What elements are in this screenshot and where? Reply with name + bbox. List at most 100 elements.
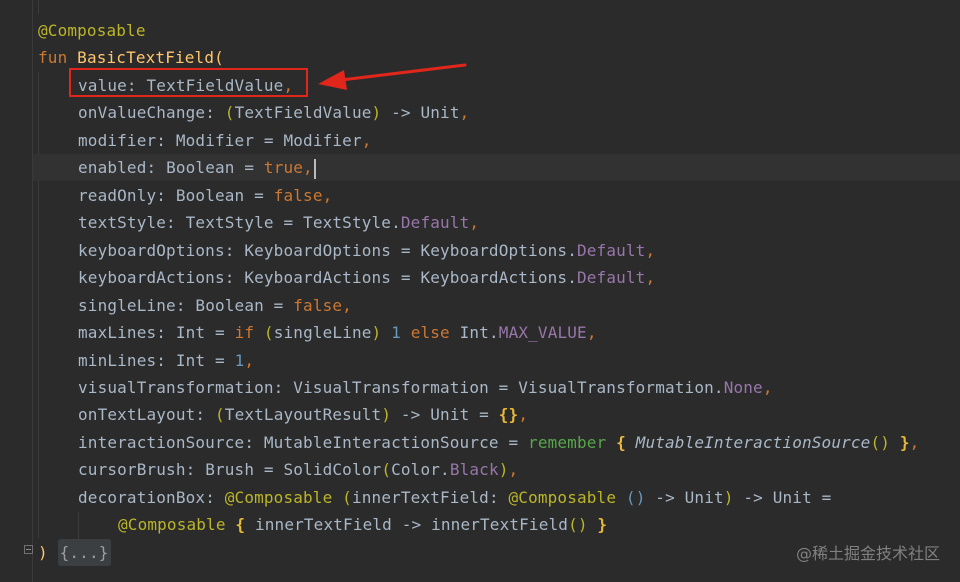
code-line-keyboardactions-param[interactable]: keyboardActions: KeyboardActions = Keybo… [78,264,655,291]
param-comma: , [645,241,656,260]
code-line-keyboardoptions-param[interactable]: keyboardOptions: KeyboardOptions = Keybo… [78,237,655,264]
equals: = [234,158,264,177]
constructor-call: MutableInteractionSource [625,433,871,452]
default-object: KeyboardOptions [420,241,568,260]
color-object: Color [391,460,441,479]
watermark: @稀土掘金技术社区 [795,544,940,563]
equals: = [811,488,832,507]
code-line-onvaluechange-param[interactable]: onValueChange: (TextFieldValue) -> Unit, [78,99,469,126]
paren: ) [723,488,734,507]
code-line-singleline-param[interactable]: singleLine: Boolean = false, [78,292,352,319]
default-value: true [263,158,304,177]
param-name: readOnly [78,186,157,205]
param-sep: : [156,351,176,370]
code-line-interactionsource-param[interactable]: interactionSource: MutableInteractionSou… [78,429,919,456]
number-literal: 1 [234,351,245,370]
arrow: -> [645,488,685,507]
param-comma: , [459,103,470,122]
equals: = [498,433,529,452]
gutter-divider [32,0,33,582]
param-type: KeyboardActions [244,268,392,287]
param-comma: , [762,378,773,397]
code-line-signature[interactable]: fun BasicTextField( [38,44,224,71]
param-type: KeyboardOptions [244,241,392,260]
code-line-modifier-param[interactable]: modifier: Modifier = Modifier, [78,127,372,154]
brace: { [225,515,246,534]
default-object: KeyboardActions [420,268,568,287]
param-sep: : [185,460,206,479]
param-comma: , [322,186,333,205]
indent-guide [38,72,39,538]
param-sep: : [146,158,167,177]
param-comma: , [508,460,519,479]
param-name: enabled [78,158,147,177]
arrow: -> [381,103,421,122]
equals: = [391,241,421,260]
return-type: Unit [772,488,812,507]
code-line-annotation[interactable]: @Composable [38,17,146,44]
code-line-cursorbrush-param[interactable]: cursorBrush: Brush = SolidColor(Color.Bl… [78,456,518,483]
param-name: decorationBox [78,488,206,507]
paren: ( [254,323,274,342]
param-name: interactionSource [78,433,245,452]
indent-guide [78,512,79,539]
inner-param-name: innerTextField [351,488,489,507]
code-line-enabled-param[interactable]: enabled: Boolean = true, [78,154,316,181]
default-value: false [273,186,323,205]
condition: singleLine [273,323,372,342]
fold-toggle-icon[interactable] [24,545,33,554]
paren: ) [371,323,382,342]
code-line-textstyle-param[interactable]: textStyle: TextStyle = TextStyle.Default… [78,209,479,236]
code-line-readonly-param[interactable]: readOnly: Boolean = false, [78,182,332,209]
brace: } [890,433,910,452]
equals: = [488,378,519,397]
equals: = [469,405,499,424]
dot: . [567,268,577,287]
param-type: Int [175,323,206,342]
param-sep: : [224,241,245,260]
param-comma: , [518,405,529,424]
param-sep: : [488,488,509,507]
code-line-value-param[interactable]: value: TextFieldValue, [78,72,293,99]
code-line-visualtransformation-param[interactable]: visualTransformation: VisualTransformati… [78,374,773,401]
dot: . [440,460,450,479]
param-type: Brush [205,460,255,479]
param-sep: : [195,405,215,424]
paren: ) [498,460,509,479]
param-sep: : [224,268,245,287]
default-property: Default [576,268,646,287]
param-sep: : [273,378,294,397]
code-editor[interactable]: @Composable fun BasicTextField( value: T… [0,0,960,582]
param-type: Boolean [195,296,264,315]
annotation-token: @Composable [508,488,617,507]
code-line-ontextlayout-param[interactable]: onTextLayout: (TextLayoutResult) -> Unit… [78,401,528,428]
param-name: onValueChange [78,103,206,122]
indent-guide [38,0,39,14]
paren: ( [224,103,235,122]
param-name: keyboardActions [78,268,225,287]
equals: = [254,460,284,479]
param-type: Int [175,351,206,370]
param-name: visualTransformation [78,378,274,397]
code-line-decorationbox-param[interactable]: decorationBox: @Composable (innerTextFie… [78,484,831,511]
function-name: BasicTextField [77,48,215,67]
code-line-closing[interactable]: ) {...} [38,539,111,566]
param-name: maxLines [78,323,157,342]
dot: . [567,241,577,260]
int-object: Int [449,323,489,342]
empty-lambda: {} [498,405,519,424]
param-sep: : [205,103,225,122]
code-line-maxlines-param[interactable]: maxLines: Int = if (singleLine) 1 else I… [78,319,597,346]
open-paren: ( [214,48,224,67]
code-line-decorationbox-body[interactable]: @Composable { innerTextField -> innerTex… [118,511,607,538]
code-line-minlines-param[interactable]: minLines: Int = 1, [78,347,254,374]
equals: = [273,213,304,232]
param-type: Boolean [175,186,245,205]
equals: = [244,186,274,205]
param-name: onTextLayout [78,405,196,424]
default-value: false [293,296,343,315]
param-name: value [78,76,127,95]
param-type: TextFieldValue [146,76,284,95]
folded-body[interactable]: {...} [57,539,111,566]
else-keyword: else [400,323,450,342]
